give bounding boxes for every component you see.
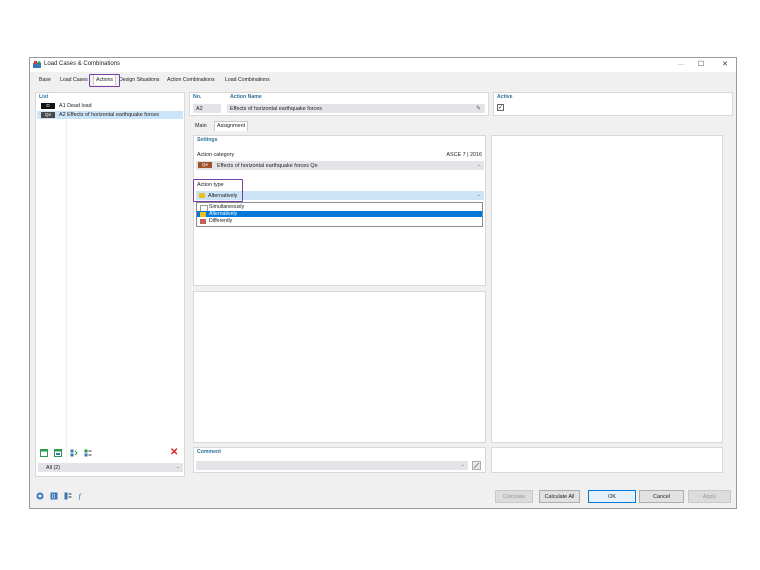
list-item[interactable]: Qe A2 Effects of horizontal earthquake f… (37, 111, 183, 119)
comment-side-panel (491, 447, 723, 473)
action-category-select[interactable]: Qe Effects of horizontal earthquake forc… (196, 161, 484, 170)
tab-design-situations[interactable]: Design Situations (119, 75, 159, 85)
filter-value: All (2) (46, 465, 61, 471)
tab-assignment[interactable]: Assignment (214, 121, 249, 131)
standard-label: ASCE 7 | 2016 (446, 152, 482, 158)
chevron-down-icon: ⌄ (460, 462, 465, 468)
tab-load-combinations[interactable]: Load Combinations (225, 75, 270, 85)
window-title: Load Cases & Combinations (44, 61, 121, 67)
option-label: Differently (209, 218, 233, 224)
option-label: Simultaneously (209, 204, 245, 210)
load-cases-dialog: Load Cases & Combinations — ☐ ✕ Base Loa… (29, 57, 737, 509)
action-category-label: Action category (197, 152, 235, 158)
app-icon (33, 61, 41, 68)
tab-action-combinations[interactable]: Action Combinations (167, 75, 215, 85)
minimize-button[interactable]: — (670, 59, 692, 71)
calculate-all-button[interactable]: Calculate All (539, 490, 580, 503)
action-type-dropdown: Simultaneously Alternatively Differently (196, 202, 483, 227)
chevron-down-icon: ⌄ (476, 192, 481, 198)
filter-select[interactable]: All (2) ⌄ (38, 463, 183, 472)
action-badge: D (41, 103, 55, 109)
apply-button[interactable]: Apply (688, 490, 731, 503)
tab-highlight (89, 74, 120, 87)
list-item[interactable]: D A1 Dead load (37, 102, 183, 110)
action-name-field[interactable]: Effects of horizontal earthquake forces … (227, 104, 485, 113)
list-item-label: A2 Effects of horizontal earthquake forc… (59, 112, 159, 118)
cancel-button[interactable]: Cancel (639, 490, 684, 503)
list-header: List (39, 94, 49, 100)
comment-panel: Comment ⌄ (193, 447, 486, 473)
action-category-value: Effects of horizontal earthquake forces … (217, 163, 318, 169)
list-panel: List D A1 Dead load Qe A2 Effects of hor… (35, 92, 185, 477)
svg-text:f: f (79, 492, 83, 500)
active-panel: Active ✓ (493, 92, 733, 116)
title-bar: Load Cases & Combinations — ☐ ✕ (30, 58, 736, 72)
option-alternatively[interactable]: Alternatively (197, 211, 482, 217)
chevron-down-icon: ⌄ (175, 464, 180, 470)
comment-edit-icon[interactable] (472, 461, 481, 470)
header-panel: No. Action Name A2 Effects of horizontal… (189, 92, 489, 116)
calculate-button[interactable]: Calculate (495, 490, 533, 503)
category-badge: Qe (198, 162, 212, 168)
action-name-label: Action Name (230, 94, 262, 100)
active-checkbox[interactable]: ✓ (497, 104, 504, 111)
new-item-icon[interactable] (40, 449, 48, 457)
ok-button[interactable]: OK (588, 490, 636, 503)
close-button[interactable]: ✕ (714, 59, 736, 71)
active-label: Active (497, 94, 513, 100)
list-divider (66, 120, 67, 470)
function-icon[interactable]: f (78, 492, 86, 500)
units-icon[interactable]: 0 (50, 492, 58, 500)
option-label: Alternatively (209, 211, 238, 217)
details-panel (193, 291, 486, 443)
tab-main[interactable]: Main (193, 122, 209, 131)
option-simultaneously[interactable]: Simultaneously (197, 204, 482, 212)
action-type-highlight (193, 179, 243, 202)
no-field[interactable]: A2 (193, 104, 221, 113)
maximize-button[interactable]: ☐ (690, 59, 712, 71)
renumber-icon[interactable] (84, 449, 92, 457)
edit-icon[interactable]: ✎ (476, 105, 481, 112)
preview-panel (491, 135, 723, 443)
option-differently[interactable]: Differently (197, 218, 482, 224)
comment-label: Comment (197, 449, 221, 455)
comment-field[interactable]: ⌄ (196, 461, 468, 470)
no-label: No. (193, 94, 202, 100)
copy-item-icon[interactable] (54, 449, 62, 457)
tab-base[interactable]: Base (39, 75, 51, 85)
table-icon[interactable] (64, 492, 72, 500)
help-icon[interactable] (36, 492, 44, 500)
delete-icon[interactable]: ✕ (170, 447, 178, 458)
tab-load-cases[interactable]: Load Cases (60, 75, 88, 85)
list-item-label: A1 Dead load (59, 103, 92, 109)
sort-icon[interactable] (70, 449, 78, 457)
action-badge: Qe (41, 112, 55, 118)
action-name-value: Effects of horizontal earthquake forces (230, 106, 322, 112)
alternatively-swatch (200, 211, 206, 217)
differently-swatch (200, 218, 206, 224)
no-value: A2 (196, 106, 203, 112)
settings-header: Settings (197, 137, 218, 143)
chevron-down-icon: ⌄ (476, 162, 481, 168)
